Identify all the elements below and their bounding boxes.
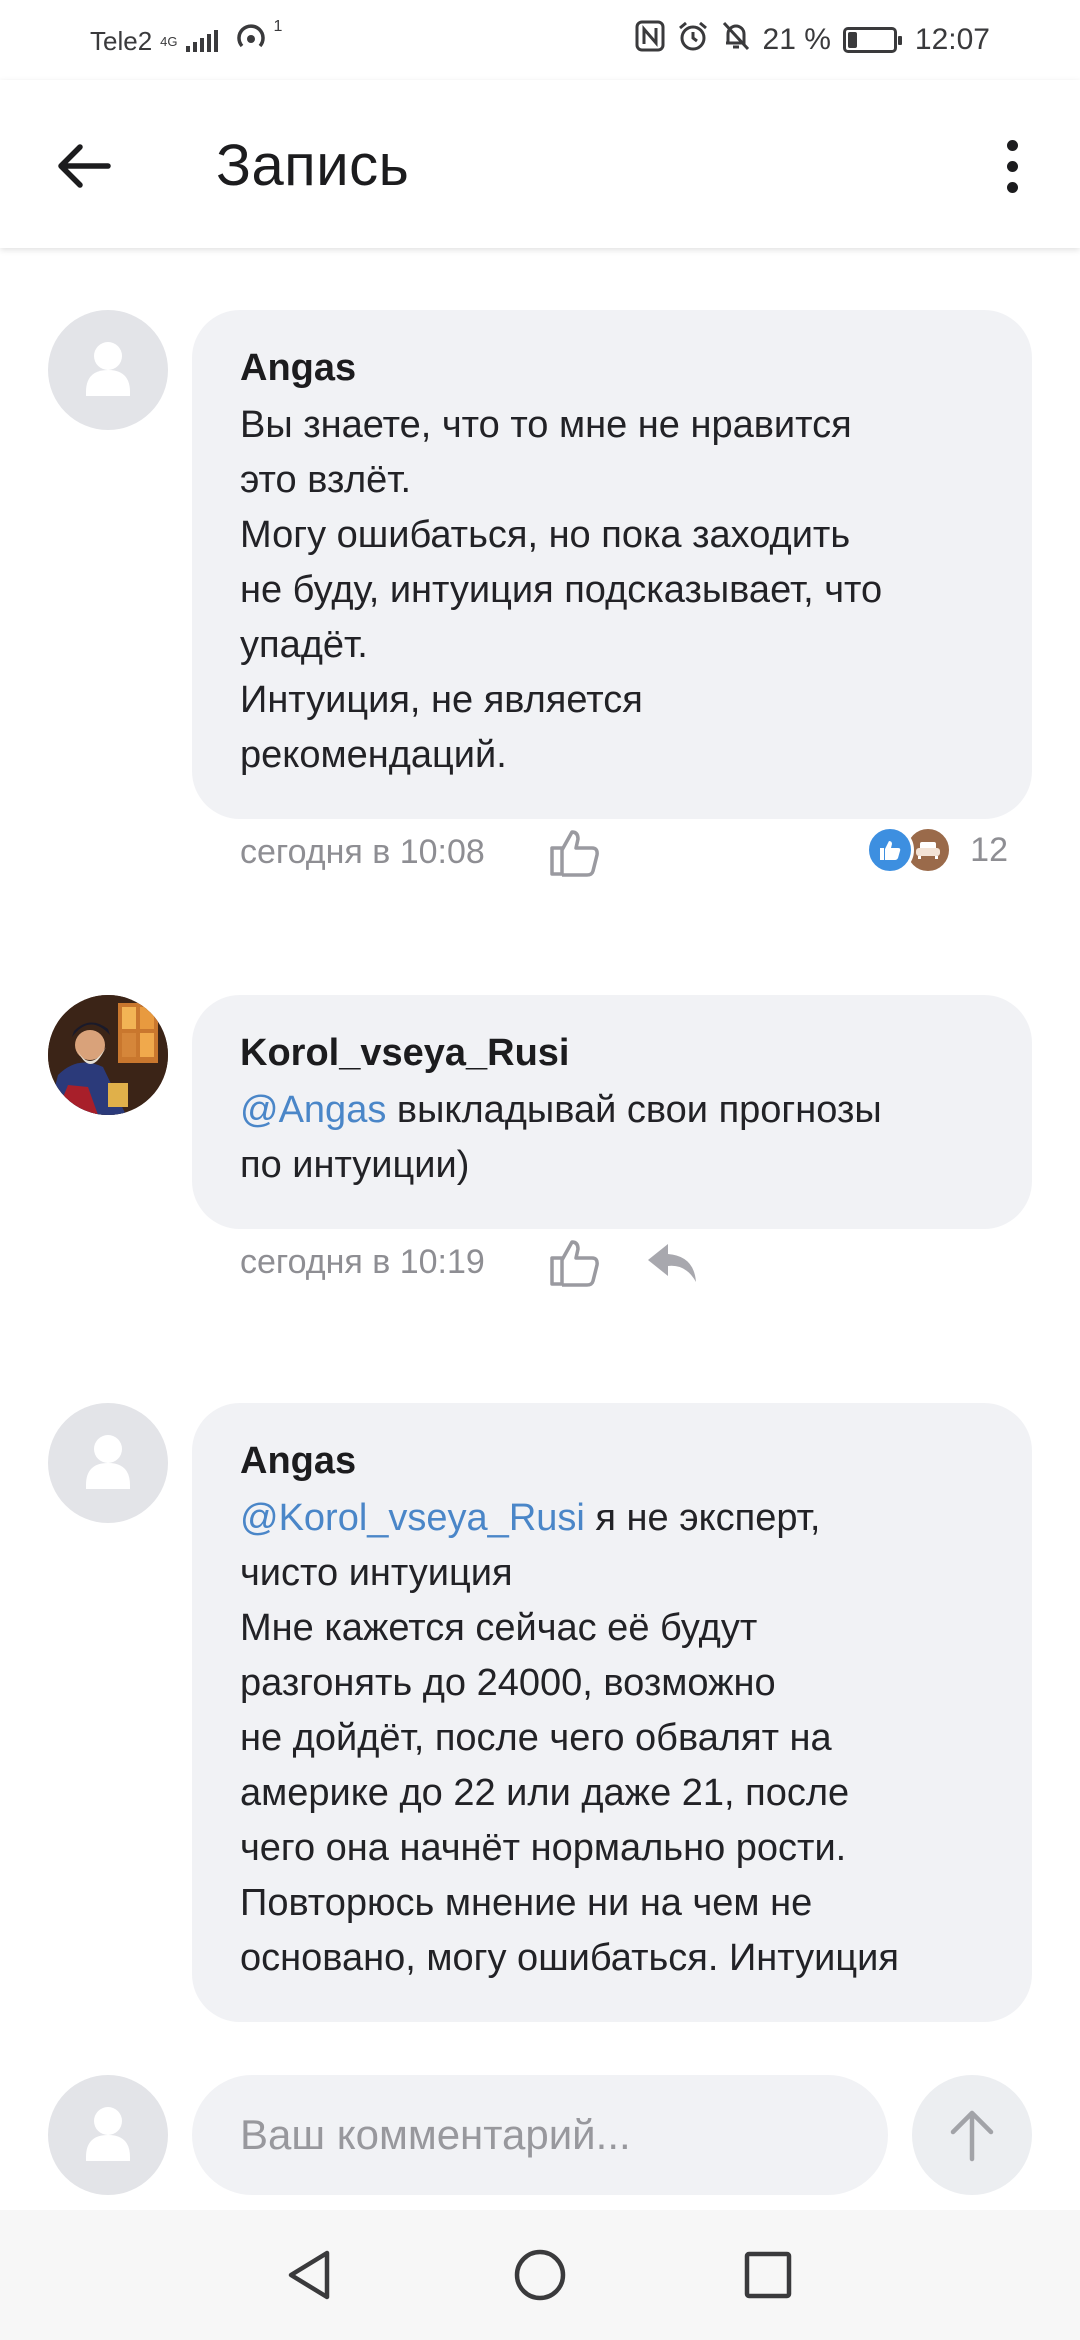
comment-input[interactable] xyxy=(192,2075,888,2195)
comment-text: @Korol_vseya_Rusi я не эксперт, чисто ин… xyxy=(240,1491,984,1986)
circle-home-icon xyxy=(514,2249,566,2301)
status-left: Tele2 4G 1 xyxy=(90,18,282,60)
back-button[interactable] xyxy=(50,132,118,200)
network-type-label: 4G xyxy=(160,33,178,49)
comment-text: Вы знаете, что то мне не нравится это вз… xyxy=(240,404,883,776)
comment-meta: сегодня в 10:19 xyxy=(240,1232,1040,1292)
arrow-left-icon xyxy=(58,144,111,188)
nav-home-button[interactable] xyxy=(505,2240,575,2310)
nav-recents-button[interactable] xyxy=(733,2240,803,2310)
avatar[interactable] xyxy=(48,310,168,430)
comment-bubble[interactable]: Korol_vseya_Rusi @Angas выкладывай свои … xyxy=(192,995,1032,1229)
signal-icon xyxy=(185,30,218,52)
comment-input-bar xyxy=(0,2060,1080,2210)
comment-meta: сегодня в 10:08 12 xyxy=(240,822,1040,882)
triangle-back-icon xyxy=(288,2250,330,2300)
comment-author[interactable]: Angas xyxy=(240,1437,984,1485)
reactions[interactable]: 12 xyxy=(866,826,1008,874)
thumbs-up-icon xyxy=(866,826,915,874)
comment-bubble[interactable]: Angas @Korol_vseya_Rusi я не эксперт, чи… xyxy=(192,1403,1032,2022)
arrow-up-icon xyxy=(950,2110,994,2162)
my-avatar xyxy=(48,2075,168,2195)
comment-time: сегодня в 10:08 xyxy=(240,832,485,871)
like-button[interactable] xyxy=(548,826,604,878)
send-button[interactable] xyxy=(912,2075,1032,2195)
comment-bubble[interactable]: Angas Вы знаете, что то мне не нравится … xyxy=(192,310,1032,819)
thumbs-up-icon xyxy=(550,1240,599,1287)
system-nav-bar xyxy=(0,2210,1080,2340)
more-options-button[interactable] xyxy=(988,130,1036,202)
status-right: 21 % 12:07 xyxy=(635,20,990,60)
comment-author[interactable]: Korol_vseya_Rusi xyxy=(240,1029,984,1077)
nfc-icon xyxy=(635,20,665,60)
network-type: 4G xyxy=(160,35,177,48)
page-title: Запись xyxy=(216,133,410,198)
mention-link[interactable]: @Korol_vseya_Rusi xyxy=(240,1497,585,1539)
app-header: Запись xyxy=(0,80,1080,248)
status-bar: Tele2 4G 1 21 % 12:07 xyxy=(0,0,1080,80)
square-recents-icon xyxy=(744,2251,792,2299)
reactions-count: 12 xyxy=(970,830,1008,869)
more-vertical-icon xyxy=(1006,139,1018,151)
reply-icon xyxy=(648,1244,696,1282)
comment-text: @Angas выкладывай свои прогнозы по интуи… xyxy=(240,1083,984,1193)
hotspot-count: 1 xyxy=(273,18,283,35)
mention-link[interactable]: @Angas xyxy=(240,1089,386,1131)
battery-percent: 21 % xyxy=(762,23,831,56)
clock: 12:07 xyxy=(914,23,990,56)
nav-back-button[interactable] xyxy=(274,2240,344,2310)
battery-level-fill xyxy=(847,32,858,48)
alarm-icon xyxy=(677,20,709,60)
comment-time: сегодня в 10:19 xyxy=(240,1242,485,1281)
reply-button[interactable] xyxy=(644,1238,700,1286)
battery-icon xyxy=(842,27,902,53)
mute-icon xyxy=(721,20,751,60)
like-button[interactable] xyxy=(548,1236,604,1288)
comment-text-body: я не эксперт, чисто интуиция Мне кажется… xyxy=(240,1497,899,1979)
hotspot-icon xyxy=(234,22,268,60)
carrier-label: Tele2 xyxy=(90,25,153,56)
avatar[interactable] xyxy=(48,1403,168,1523)
thumbs-up-icon xyxy=(550,830,599,877)
comment-author[interactable]: Angas xyxy=(240,344,984,392)
avatar[interactable] xyxy=(48,995,168,1115)
